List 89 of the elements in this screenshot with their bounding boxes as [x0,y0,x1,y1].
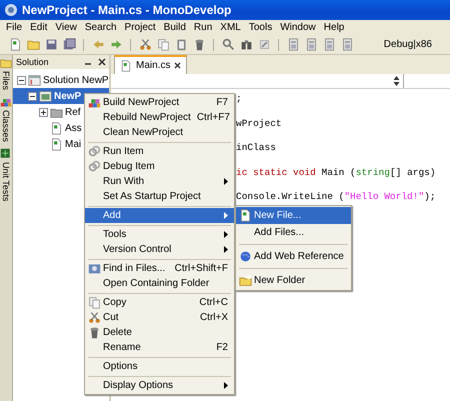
editor-tab[interactable]: Main.cs [114,55,188,74]
menu-item[interactable]: Add Files... [236,224,351,241]
tree-item[interactable]: Solution NewP [43,74,109,86]
document-icon[interactable] [304,38,318,51]
menu-item[interactable]: Window [276,22,320,33]
collapse-icon[interactable] [17,76,26,84]
close-icon [174,62,182,69]
menu-item[interactable]: Find in Files... Ctrl+Shift+F [85,261,234,276]
menu-item[interactable]: XML [216,22,245,33]
scissors-icon [88,311,100,324]
clipboard-icon[interactable] [174,38,188,51]
menu-item[interactable]: Set As Startup Project [85,189,234,204]
menu-item[interactable]: Version Control [85,242,234,257]
menu-item[interactable]: Delete [85,325,234,340]
tree-item[interactable]: Mai [65,138,82,150]
left-arrow-icon[interactable] [92,38,104,51]
menu-item[interactable]: File [2,22,26,33]
code-line: ic static void Main (string[] args) [236,166,436,178]
panel-title: Solution [16,57,50,67]
copy-icon[interactable] [156,38,170,51]
menu-item[interactable]: Run With [85,174,234,189]
menu-item[interactable]: View [51,22,81,33]
trash-can-icon[interactable] [192,38,206,51]
collapse-icon[interactable] [28,92,37,100]
pencil-icon[interactable] [258,38,270,51]
link-icon [88,145,100,158]
blocks-icon [0,96,12,108]
menu-item[interactable]: Add Web Reference [236,248,351,265]
copy-icon [88,296,100,309]
project-icon [39,90,52,102]
menu-item[interactable]: Rename F2 [85,340,234,355]
menu-item[interactable]: Tools [244,22,276,33]
file-icon [238,209,252,222]
menu-item[interactable]: Options [85,359,234,374]
menu-item[interactable]: Build NewProject F7 [85,95,234,110]
code-line: Console.WriteLine ("Hello World!"); [236,191,436,203]
app-icon [4,3,18,17]
file-icon [50,138,63,150]
tree-item[interactable]: Ass [65,122,82,134]
tree-item[interactable]: Ref [65,106,81,118]
code-line: ; [236,93,242,105]
menu-item[interactable]: Open Containing Folder [85,276,234,291]
menu-item[interactable]: Clean NewProject [85,125,234,140]
menu-item[interactable]: Edit [26,22,52,33]
spinner-icon [393,76,400,86]
menu-item[interactable]: Run [190,22,216,33]
menu-item[interactable]: Rebuild NewProject Ctrl+F7 [85,110,234,125]
solution-icon [28,74,41,86]
tree-item[interactable]: NewP [54,90,82,102]
side-tab[interactable]: Classes [1,110,11,142]
menu-item[interactable]: New File... [236,207,351,224]
menu-item[interactable]: Build [160,22,190,33]
close-icon [98,58,106,66]
binoculars-icon[interactable] [240,38,252,51]
disks-icon[interactable] [62,38,76,51]
scissors-icon[interactable] [138,38,152,51]
side-tab[interactable]: Files [1,71,11,90]
document-icon[interactable] [340,38,354,51]
file-icon [50,122,63,134]
side-tab[interactable]: Unit Tests [1,162,11,202]
folder-icon[interactable] [26,38,40,51]
document-icon[interactable] [286,38,300,51]
trash-can-icon [88,326,100,339]
file-icon [120,60,132,72]
code-line: wProject [236,118,282,130]
menu-item[interactable]: Search [80,22,121,33]
document-icon[interactable] [322,38,336,51]
menu-item[interactable]: New Folder [236,272,351,289]
file-icon[interactable] [8,38,22,51]
menu-item[interactable]: Tools [85,227,234,242]
menu-item[interactable]: Cut Ctrl+X [85,310,234,325]
configuration-selector[interactable]: Debug|x86 [384,39,432,50]
menu-item[interactable]: Copy Ctrl+C [85,295,234,310]
menu-item[interactable]: Run Item [85,144,234,159]
menu-item[interactable]: Help [320,22,348,33]
menu-item[interactable]: Debug Item [85,159,234,174]
test-icon [0,148,12,160]
window-title: NewProject - Main.cs - MonoDevelop [22,3,232,17]
link-icon [88,160,100,173]
code-line: inClass [236,142,276,154]
search-icon[interactable] [222,38,234,51]
menu-item[interactable]: Project [120,22,160,33]
globe-icon [238,250,252,263]
menu-item[interactable]: Display Options [85,378,234,393]
new-folder-icon [238,274,252,287]
menu-item[interactable]: Add [85,208,234,223]
right-arrow-icon[interactable] [110,38,122,51]
expand-icon[interactable] [39,108,48,116]
folder-icon [0,57,12,69]
